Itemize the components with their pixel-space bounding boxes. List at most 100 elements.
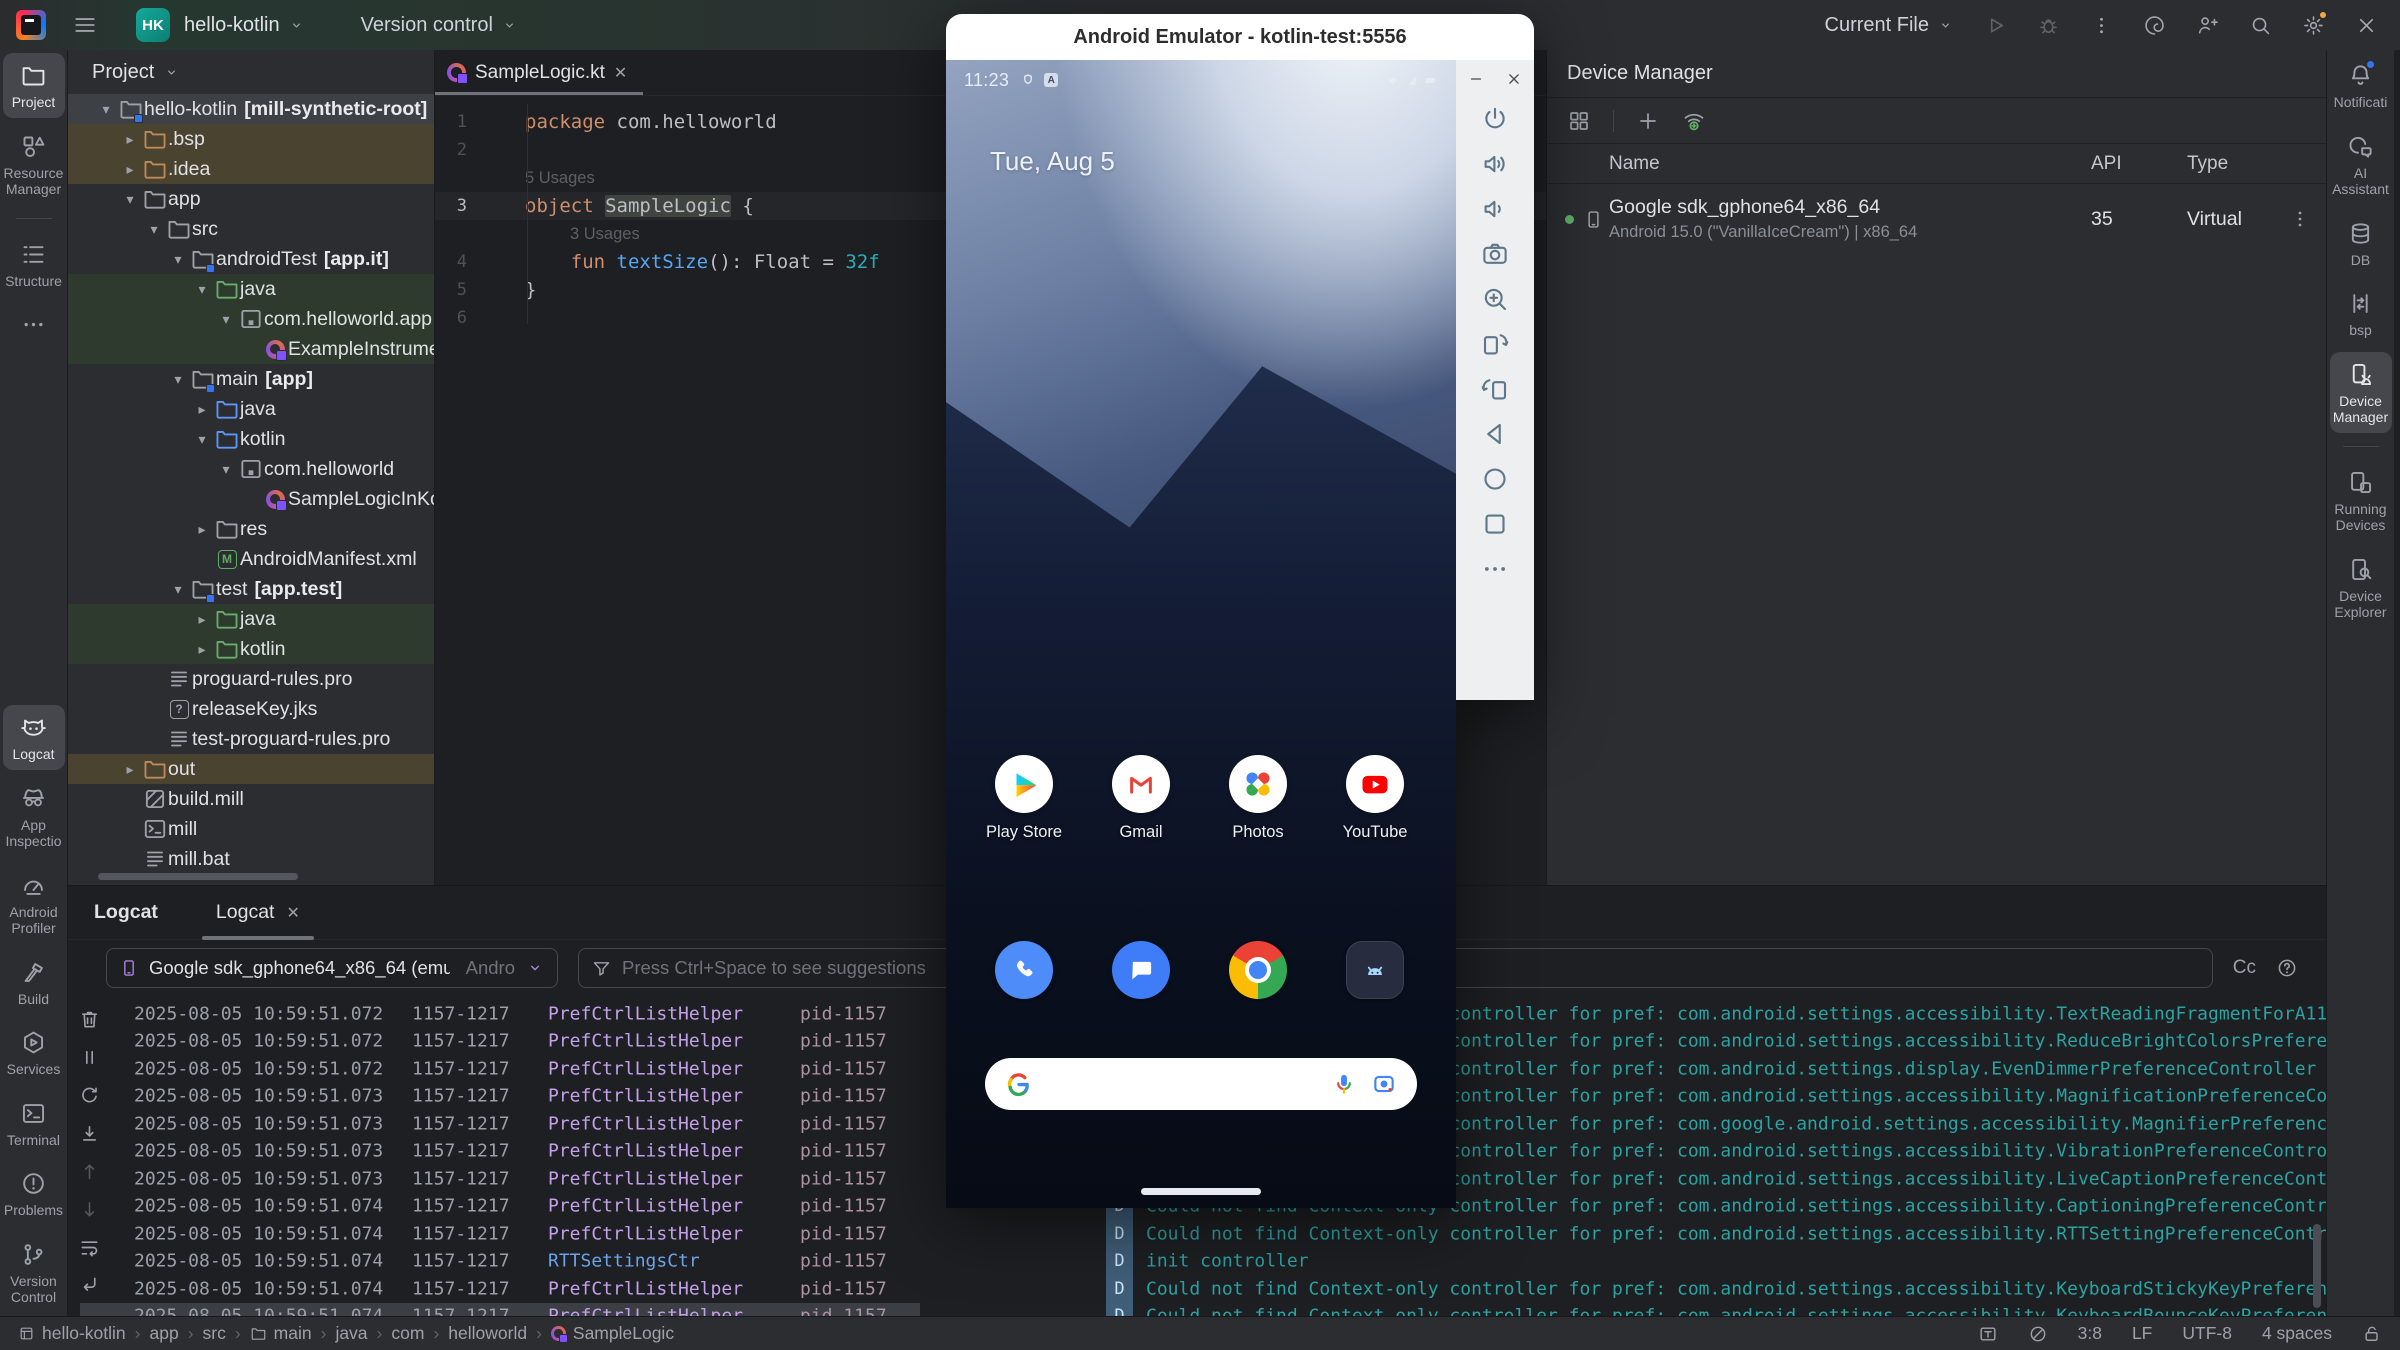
app-chrome[interactable] [1203,941,1313,999]
tree-item-bsp[interactable]: .bsp [68,124,434,154]
minimize-icon[interactable] [1467,70,1485,88]
tab-samplelogic-kt[interactable]: SampleLogic.kt ✕ [435,50,643,95]
tool-button-ai[interactable]: AIAssistant [2330,124,2392,205]
tree-item-hello-kotlin[interactable]: hello-kotlin [mill-synthetic-root] ~/p [68,94,434,124]
chevron-icon[interactable] [118,761,142,778]
tree-item-proguard-rules-pro[interactable]: proguard-rules.pro [68,664,434,694]
project-avatar[interactable]: HK [136,8,170,42]
breadcrumb-java[interactable]: java [335,1323,367,1344]
ai-assistant-button[interactable] [2143,14,2166,37]
rotate-left-button[interactable] [1480,329,1510,359]
run-button[interactable] [1984,14,2007,37]
translate-icon[interactable] [1978,1324,1998,1344]
log-row[interactable]: 2025-08-05 10:59:51.074 1157-1217 PrefCt… [68,1303,2326,1317]
tree-item-mill-bat[interactable]: mill.bat [68,844,434,874]
breadcrumb-helloworld[interactable]: helloworld [448,1323,527,1344]
emulator-title[interactable]: Android Emulator - kotlin-test:5556 [946,14,1534,60]
tree-item-test-proguard-rules-pro[interactable]: test-proguard-rules.pro [68,724,434,754]
tool-button-logcat[interactable]: Logcat [3,705,65,770]
help-icon[interactable] [2276,957,2298,979]
tree-item-app[interactable]: app [68,184,434,214]
vertical-scrollbar[interactable] [2313,1224,2321,1308]
app-photos[interactable]: Photos [1203,755,1313,842]
tree-item-androidmanifest-xml[interactable]: AndroidManifest.xml [68,544,434,574]
tool-button-moreh[interactable] [3,302,65,345]
chevron-icon[interactable] [214,311,238,328]
tree-item-com-helloworld[interactable]: com.helloworld [68,454,434,484]
lens-icon[interactable] [1371,1071,1397,1097]
tool-button-bsp[interactable]: bsp [2330,281,2392,346]
overview-button[interactable] [1480,509,1510,539]
more-actions-button[interactable] [2090,14,2113,37]
gesture-handle[interactable] [1141,1188,1261,1195]
tool-button-version[interactable]: VersionControl [3,1232,65,1313]
breadcrumb-com[interactable]: com [391,1323,424,1344]
run-configuration-selector[interactable]: Current File [1825,14,1954,37]
chevron-icon[interactable] [190,641,214,658]
tree-item-java[interactable]: java [68,274,434,304]
mic-icon[interactable] [1331,1071,1357,1097]
pair-wifi-icon[interactable] [1682,109,1706,133]
chevron-icon[interactable] [190,281,214,298]
breadcrumb-main[interactable]: main [250,1323,312,1344]
tool-button-build[interactable]: Build [3,950,65,1015]
tree-item-releasekey-jks[interactable]: releaseKey.jks [68,694,434,724]
add-device-icon[interactable] [1636,109,1660,133]
rotate-right-button[interactable] [1480,374,1510,404]
emulator-screen[interactable]: 11:23 Tue, Aug 5 Play StoreGmailPhotosYo… [946,60,1456,1208]
home-button[interactable] [1480,464,1510,494]
caret-position[interactable]: 3:8 [2078,1323,2102,1344]
tree-item-idea[interactable]: .idea [68,154,434,184]
more-button[interactable] [1480,554,1510,584]
tool-button-terminal[interactable]: Terminal [3,1091,65,1156]
zoom-in-button[interactable] [1480,284,1510,314]
breadcrumb-hello-kotlin[interactable]: hello-kotlin [18,1323,126,1344]
usages-inlay[interactable]: 5 Usages [513,169,595,188]
tool-button-problems[interactable]: Problems [3,1161,65,1226]
chevron-icon[interactable] [118,191,142,208]
tree-item-main[interactable]: main [app] [68,364,434,394]
app-messages[interactable] [1086,941,1196,999]
vcs-widget[interactable]: Version control [361,14,518,37]
tree-item-build-mill[interactable]: build.mill [68,784,434,814]
tool-button-notificati[interactable]: Notificati [2330,53,2392,118]
chevron-icon[interactable] [142,221,166,238]
tool-button-device[interactable]: DeviceExplorer [2330,547,2392,628]
breadcrumb-app[interactable]: app [149,1323,178,1344]
device-row[interactable]: Google sdk_gphone64_x86_64 Android 15.0 … [1547,184,2326,254]
chevron-icon[interactable] [118,161,142,178]
tool-button-running[interactable]: RunningDevices [2330,460,2392,541]
breadcrumb-samplelogic[interactable]: SampleLogic [551,1323,674,1344]
horizontal-scrollbar[interactable] [98,873,298,880]
log-row[interactable]: 2025-08-05 10:59:51.074 1157-1217 PrefCt… [68,1220,2326,1248]
close-tab-icon[interactable]: ✕ [614,63,627,83]
settings-button[interactable] [2302,14,2325,37]
tool-button-project[interactable]: Project [3,53,65,118]
tree-item-java[interactable]: java [68,394,434,424]
tool-button-services[interactable]: Services [3,1020,65,1085]
file-encoding[interactable]: UTF-8 [2182,1323,2232,1344]
device-actions-icon[interactable] [2289,208,2311,230]
tree-item-src[interactable]: src [68,214,434,244]
tree-item-androidtest[interactable]: androidTest [app.it] [68,244,434,274]
breadcrumb-src[interactable]: src [203,1323,226,1344]
app-play-store[interactable]: Play Store [969,755,1079,842]
readonly-lock-icon[interactable] [2362,1324,2382,1344]
line-separator[interactable]: LF [2132,1323,2152,1344]
tool-button-resource[interactable]: ResourceManager [3,124,65,205]
chevron-icon[interactable] [190,401,214,418]
app-android[interactable] [1320,941,1430,999]
search-everywhere-button[interactable] [2249,14,2272,37]
app-gmail[interactable]: Gmail [1086,755,1196,842]
main-menu-icon[interactable] [72,12,98,38]
tree-item-test[interactable]: test [app.test] [68,574,434,604]
chevron-icon[interactable] [190,611,214,628]
tree-item-kotlin[interactable]: kotlin [68,634,434,664]
tree-item-out[interactable]: out [68,754,434,784]
tree-item-java[interactable]: java [68,604,434,634]
close-tab-icon[interactable]: ✕ [286,903,299,923]
usages-inlay[interactable]: 3 Usages [513,225,640,244]
indent-style[interactable]: 4 spaces [2262,1323,2332,1344]
chevron-icon[interactable] [190,431,214,448]
log-row[interactable]: 2025-08-05 10:59:51.074 1157-1217 PrefCt… [68,1275,2326,1303]
